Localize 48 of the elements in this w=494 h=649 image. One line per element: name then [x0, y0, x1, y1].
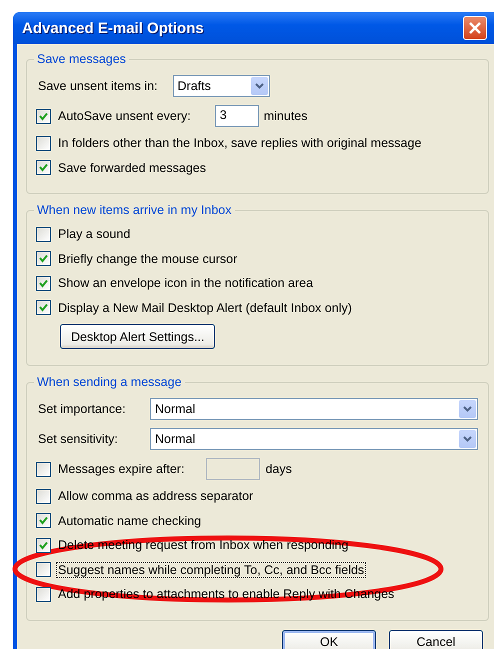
checkbox-label: Suggest names while completing To, Cc, and Bcc fields: [56, 562, 366, 578]
window-title: Advanced E-mail Options: [22, 20, 204, 36]
checkbox[interactable]: [36, 513, 51, 528]
dialog-button[interactable]: Cancel: [389, 630, 483, 649]
dialog-button[interactable]: OK: [282, 630, 376, 649]
unit-label: days: [265, 462, 292, 476]
checkbox-label: Show an envelope icon in the notification area: [57, 275, 314, 292]
group-title: When new items arrive in my Inbox: [36, 203, 233, 217]
field-label: Set importance:: [37, 401, 127, 417]
number-field[interactable]: 3: [214, 105, 259, 127]
close-icon: [468, 21, 482, 35]
checkbox[interactable]: [36, 562, 51, 578]
checkbox[interactable]: [36, 538, 51, 553]
checkbox-label: Messages expire after:: [57, 461, 186, 477]
checkbox[interactable]: [36, 488, 51, 504]
checkbox-label: In folders other than the Inbox, save replies with original message: [57, 135, 422, 152]
field-label: Save unsent items in:: [37, 78, 159, 94]
unit-label: minutes: [264, 109, 308, 123]
checkmark-icon: [39, 303, 48, 312]
checkbox-label: AutoSave unsent every:: [57, 108, 192, 124]
checkbox[interactable]: [36, 300, 51, 316]
checkbox[interactable]: [36, 160, 51, 176]
checkmark-icon: [39, 278, 48, 288]
checkbox[interactable]: [36, 276, 51, 291]
group-title: When sending a message: [36, 375, 183, 389]
checkbox[interactable]: [36, 251, 51, 266]
checkbox[interactable]: [36, 226, 51, 242]
checkbox-label: Play a sound: [57, 226, 132, 242]
checkmark-icon: [39, 254, 48, 264]
checkbox-label: Allow comma as address separator: [57, 488, 254, 504]
checkbox[interactable]: [36, 586, 51, 602]
checkbox-label: Display a New Mail Desktop Alert (default Inbox only): [57, 300, 353, 316]
checkmark-icon: [39, 112, 48, 120]
close-button[interactable]: [463, 16, 487, 40]
checkmark-icon: [39, 540, 48, 550]
checkmark-icon: [39, 163, 48, 172]
group-title: Save messages: [36, 52, 127, 66]
dropdown[interactable]: Normal: [150, 428, 478, 450]
checkbox-label: Save forwarded messages: [57, 160, 207, 176]
checkmark-icon: [39, 516, 48, 526]
checkbox[interactable]: [36, 136, 51, 151]
settings-button[interactable]: Desktop Alert Settings...: [60, 324, 216, 349]
checkbox-label: Briefly change the mouse cursor: [57, 250, 238, 267]
checkbox[interactable]: [36, 108, 51, 124]
dropdown[interactable]: Drafts: [172, 75, 270, 97]
dropdown[interactable]: Normal: [150, 398, 478, 420]
checkbox-label: Automatic name checking: [57, 512, 202, 529]
field-label: Set sensitivity:: [37, 431, 119, 447]
